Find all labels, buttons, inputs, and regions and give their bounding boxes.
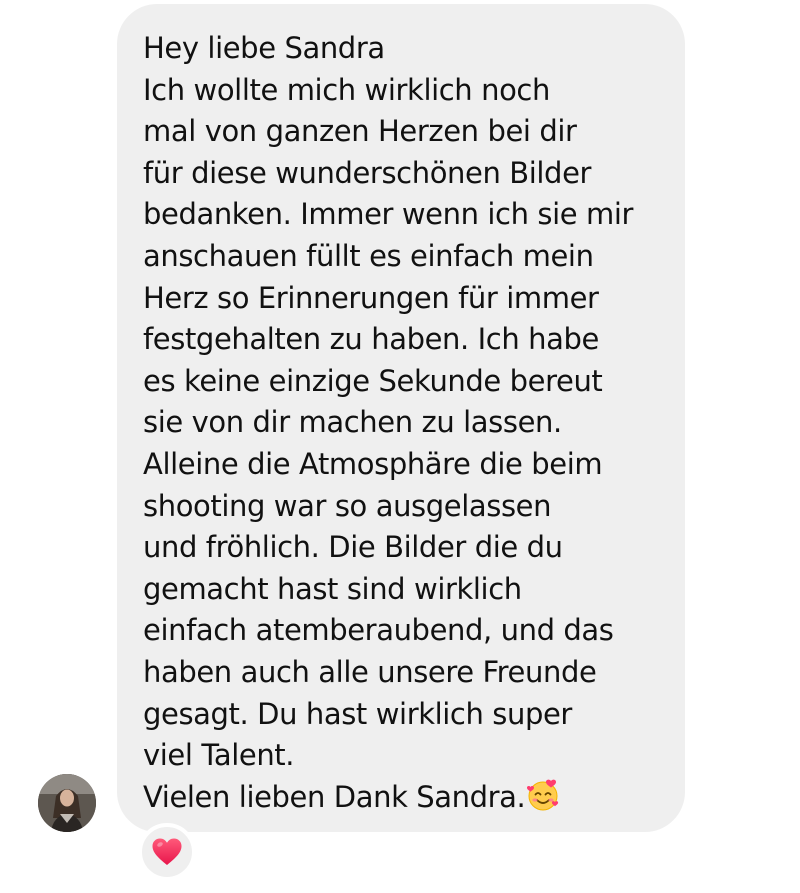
message-line: anschauen füllt es einfach mein — [143, 238, 594, 273]
message-line: bedanken. Immer wenn ich sie mir — [143, 197, 634, 232]
smiling-face-with-hearts-icon — [527, 779, 559, 811]
message-line: es keine einzige Sekunde bereut — [143, 363, 603, 398]
message-line: viel Talent. — [143, 738, 295, 773]
red-heart-icon — [152, 838, 182, 865]
message-line: einfach atemberaubend, und das — [143, 613, 614, 648]
profile-avatar[interactable] — [38, 774, 96, 832]
message-line: mal von ganzen Herzen bei dir — [143, 114, 577, 149]
message-last-line: Vielen lieben Dank Sandra. — [143, 777, 665, 819]
message-line: für diese wunderschönen Bilder — [143, 155, 592, 190]
message-bubble[interactable]: Hey liebe Sandra Ich wollte mich wirklic… — [117, 4, 685, 832]
message-line: festgehalten zu haben. Ich habe — [143, 322, 599, 357]
message-line: haben auch alle unsere Freunde — [143, 654, 597, 689]
message-line: sie von dir machen zu lassen. — [143, 405, 562, 440]
message-line: Herz so Erinnerungen für immer — [143, 280, 599, 315]
message-line: shooting war so ausgelassen — [143, 488, 552, 523]
message-line: Ich wollte mich wirklich noch — [143, 72, 550, 107]
message-line: Hey liebe Sandra — [143, 31, 385, 65]
message-line-text: Vielen lieben Dank Sandra. — [143, 779, 526, 814]
message-line: und fröhlich. Die Bilder die du — [143, 530, 563, 565]
reaction-badge[interactable] — [138, 823, 196, 881]
person-photo-icon — [38, 774, 96, 832]
message-line: gesagt. Du hast wirklich super — [143, 696, 572, 731]
message-line: gemacht hast sind wirklich — [143, 571, 522, 606]
message-line: Alleine die Atmosphäre die beim — [143, 446, 603, 481]
